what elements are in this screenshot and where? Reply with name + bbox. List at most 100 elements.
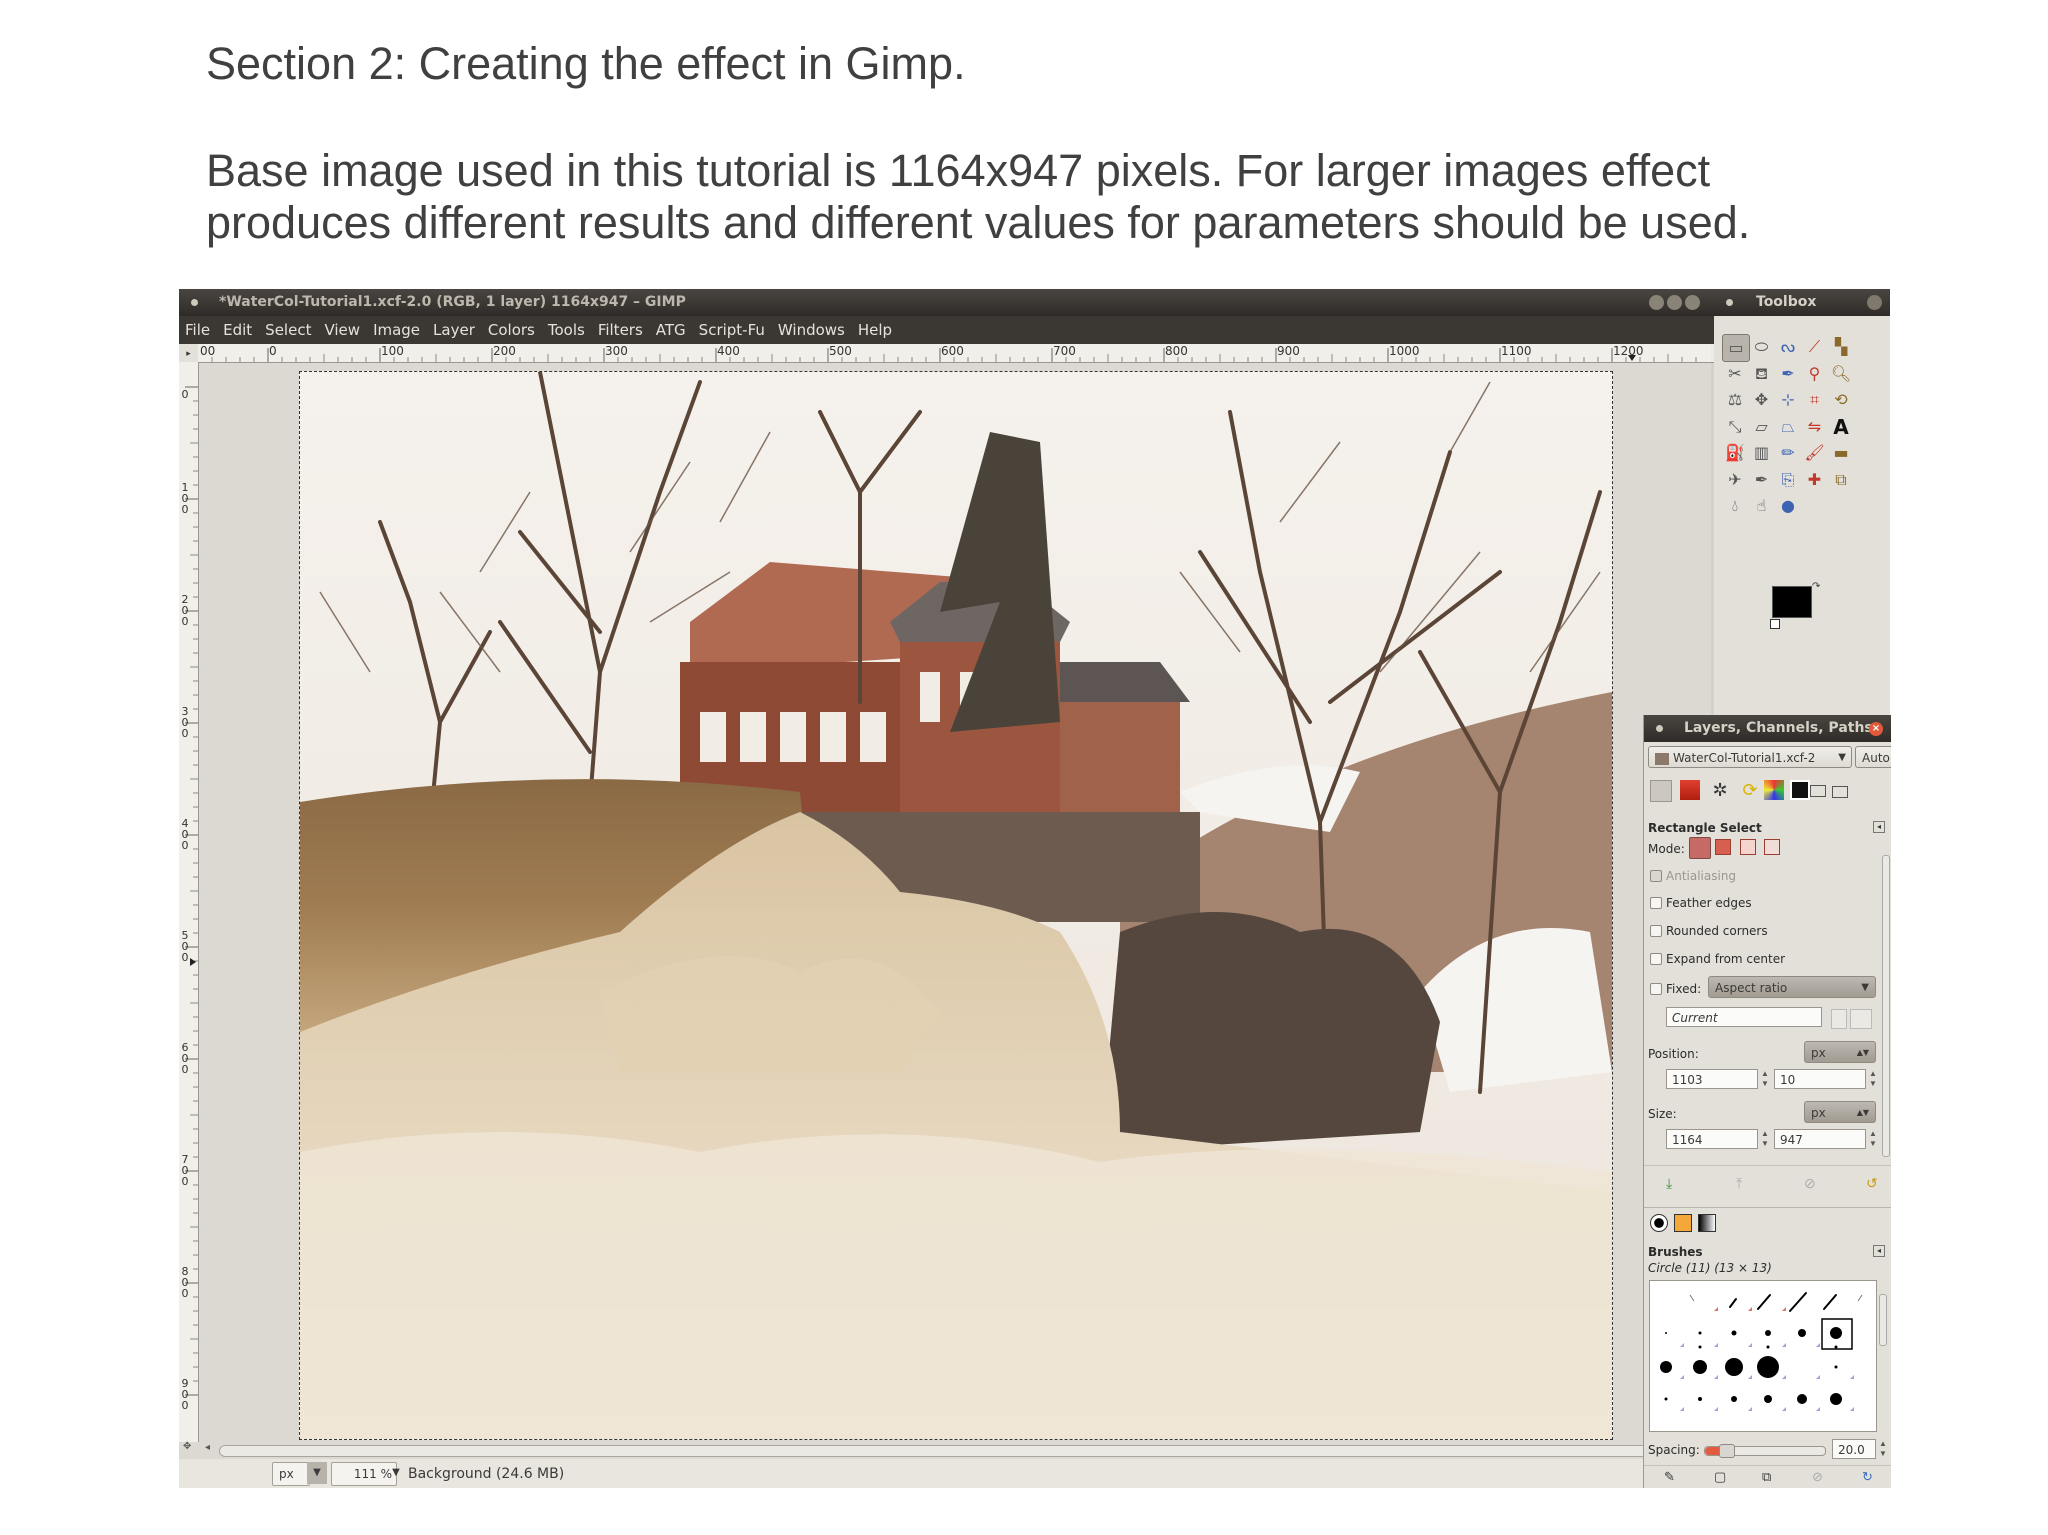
scroll-thumb[interactable] [1879,1294,1887,1346]
image-layer-background[interactable] [299,371,1613,1440]
eraser-icon[interactable]: ▬ [1828,440,1854,466]
channels-tab-icon[interactable] [1790,780,1810,800]
text-icon[interactable]: A [1828,414,1854,440]
maximize-icon[interactable] [1667,295,1682,310]
spacing-input[interactable]: 20.0 [1832,1439,1876,1459]
menu-file[interactable]: File [185,316,210,344]
menu-view[interactable]: View [324,316,360,344]
paths-tab-icon[interactable]: ⟳ [1740,780,1760,800]
scale-icon[interactable]: ⤡ [1722,414,1748,440]
menu-filters[interactable]: Filters [598,316,643,344]
smudge-icon[interactable]: ☝ [1749,493,1775,519]
menu-edit[interactable]: Edit [223,316,252,344]
selection-editor-tab-icon[interactable] [1810,785,1826,797]
spin-icon[interactable]: ▲ ▼ [1760,1069,1770,1089]
expand-from-center-checkbox[interactable] [1650,953,1662,965]
delete-brush-icon[interactable]: ⊘ [1812,1469,1823,1485]
navigation-tab-icon[interactable] [1832,786,1848,798]
close-icon[interactable] [1867,295,1882,310]
antialiasing-checkbox[interactable] [1650,870,1662,882]
restore-options-icon[interactable]: ⤒ [1736,1175,1752,1191]
menu-image[interactable]: Image [373,316,420,344]
menu-tools[interactable]: Tools [548,316,585,344]
edit-brush-icon[interactable]: ✎ [1664,1469,1675,1485]
rect-select-icon[interactable]: ▭ [1722,334,1750,362]
move-icon[interactable]: ✥ [1749,387,1775,413]
auto-button[interactable]: Auto [1855,746,1891,768]
brush-grid-scrollbar[interactable] [1878,1280,1888,1430]
blur-icon[interactable]: 💧︎ [1722,493,1748,519]
paintbrush-icon[interactable]: 🖌︎ [1802,440,1828,466]
scissors-icon[interactable]: ✂ [1722,361,1748,387]
mode-add-button[interactable] [1715,839,1731,855]
pencil-icon[interactable]: ✏ [1775,440,1801,466]
zoom-icon[interactable]: 🔍︎ [1828,361,1854,387]
menu-layer[interactable]: Layer [433,316,475,344]
dock-titlebar[interactable]: Layers, Channels, Paths × [1644,715,1891,742]
scroll-thumb[interactable] [219,1445,1713,1457]
position-y-input[interactable]: 10 [1774,1069,1866,1089]
zoom-field[interactable]: 111 % [331,1462,397,1486]
spacing-slider-handle[interactable] [1719,1444,1735,1458]
minimize-icon[interactable] [1649,295,1664,310]
position-unit-select[interactable]: px ▲▼ [1804,1041,1876,1063]
reset-colors-icon[interactable] [1770,619,1780,629]
quick-mask-toggle[interactable]: ▸ [179,344,199,363]
brushes-tab-icon[interactable] [1650,1214,1668,1232]
rounded-corners-checkbox[interactable] [1650,925,1662,937]
close-icon[interactable] [1685,295,1700,310]
menu-colors[interactable]: Colors [488,316,535,344]
new-brush-icon[interactable]: ▢ [1714,1469,1726,1485]
menu-select[interactable]: Select [265,316,311,344]
aspect-current-field[interactable]: Current [1666,1007,1822,1027]
menu-windows[interactable]: Windows [778,316,845,344]
duplicate-brush-icon[interactable]: ⧉ [1762,1469,1771,1485]
swap-colors-icon[interactable]: ↷ [1812,581,1820,592]
scroll-left-icon[interactable]: ◂ [205,1442,210,1453]
feather-edges-checkbox[interactable] [1650,897,1662,909]
mode-replace-button[interactable] [1689,837,1711,859]
mode-subtract-button[interactable] [1740,839,1756,855]
window-menu-icon[interactable] [191,299,198,306]
spin-icon[interactable]: ▲ ▼ [1868,1129,1878,1149]
delete-options-icon[interactable]: ⊘ [1804,1175,1820,1191]
crop-icon[interactable]: ⌗ [1802,387,1828,413]
toolbox-titlebar[interactable]: Toolbox [1714,289,1890,316]
image-select[interactable]: WaterCol-Tutorial1.xcf-2 ▼ [1648,746,1852,768]
device-status-tab-icon[interactable] [1680,780,1700,800]
flip-icon[interactable]: ⇋ [1802,414,1828,440]
mode-intersect-button[interactable] [1764,839,1780,855]
spacing-slider[interactable] [1704,1444,1826,1458]
window-menu-icon[interactable] [1656,725,1663,732]
blend-icon[interactable]: ▥ [1749,440,1775,466]
perspective-clone-icon[interactable]: ⧉ [1828,467,1854,493]
foreground-color-swatch[interactable] [1772,586,1812,618]
airbrush-icon[interactable]: ✈ [1722,467,1748,493]
menu-atg[interactable]: ATG [656,316,686,344]
clone-icon[interactable]: ⎘ [1775,467,1801,493]
landscape-button[interactable] [1850,1009,1872,1029]
refresh-brushes-icon[interactable]: ↻ [1862,1469,1873,1485]
unit-select[interactable]: px [272,1462,310,1486]
bucket-fill-icon[interactable]: ⛽ [1722,440,1748,466]
size-width-input[interactable]: 1164 [1666,1129,1758,1149]
spin-icon[interactable]: ▲ ▼ [1760,1129,1770,1149]
colormap-tab-icon[interactable] [1764,780,1784,800]
fuzzy-select-icon[interactable]: ⟋ [1802,334,1828,360]
vertical-ruler[interactable]: 0 100 200 300 400 500 600 700 800 900 [179,362,199,1442]
paths-icon[interactable]: ✒ [1775,361,1801,387]
chevron-down-icon[interactable]: ▼ [307,1462,327,1484]
ellipse-select-icon[interactable]: ⬭ [1749,334,1775,360]
select-by-color-icon[interactable]: ▚ [1828,334,1854,360]
perspective-icon[interactable]: ⏢ [1775,414,1801,440]
tab-menu-icon[interactable]: ◂ [1873,1245,1885,1257]
ink-icon[interactable]: ✒ [1749,467,1775,493]
size-unit-select[interactable]: px ▲▼ [1804,1101,1876,1123]
dodge-burn-icon[interactable]: ● [1775,493,1801,519]
tool-options-scrollbar[interactable] [1882,855,1890,1157]
reset-options-icon[interactable]: ↺ [1866,1175,1882,1191]
tab-menu-icon[interactable]: ◂ [1873,821,1885,833]
window-menu-icon[interactable] [1726,299,1733,306]
horizontal-scrollbar[interactable] [219,1443,1713,1457]
patterns-tab-icon[interactable] [1674,1214,1692,1232]
